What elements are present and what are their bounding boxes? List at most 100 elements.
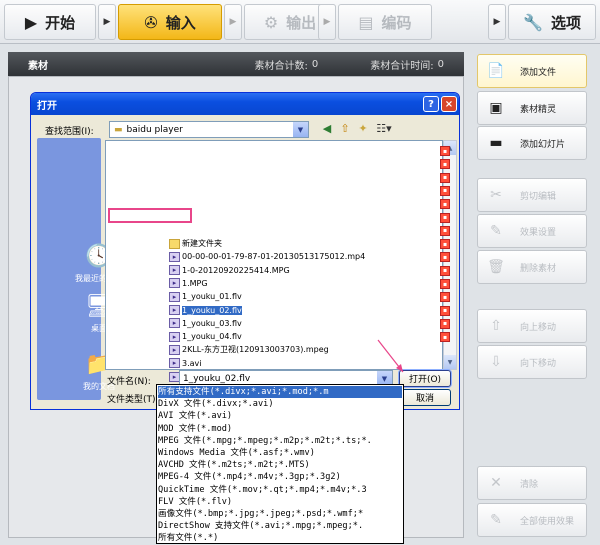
- look-in-value: baidu player: [127, 125, 183, 135]
- filetype-option[interactable]: MPEG-4 文件(*.mp4;*.m4v;*.3gp;*.3g2): [158, 471, 402, 483]
- file-name: 1-0-20120920225414.MPG: [182, 266, 290, 275]
- filetype-option[interactable]: AVI 文件(*.avi): [158, 410, 402, 422]
- file-badge-icon: ▪: [440, 306, 450, 316]
- up-folder-icon[interactable]: ⇧: [337, 120, 353, 136]
- file-name: 3.avi: [182, 359, 202, 368]
- material-title: 素材: [28, 57, 48, 72]
- material-count-value: 0: [312, 59, 318, 70]
- step-start-label: 开始: [45, 12, 75, 33]
- video-file-icon: ▸: [169, 252, 180, 262]
- file-badge-icon: ▪: [440, 213, 450, 223]
- options-arrow-icon: ▶: [488, 4, 506, 40]
- sidebar-button-5[interactable]: 🗑 删除素材: [477, 250, 587, 284]
- gear-icon: ⚙: [264, 13, 278, 32]
- video-file-icon: ▸: [169, 358, 180, 368]
- close-button[interactable]: ×: [441, 96, 457, 112]
- sidebar-button-4[interactable]: ✎效果设置: [477, 214, 587, 248]
- chevron-down-icon[interactable]: ▼: [293, 122, 308, 137]
- step-input-label: 输入: [166, 12, 196, 33]
- file-list-item[interactable]: ▸00-00-00-01-79-87-01-20130513175012.mp4: [169, 250, 459, 263]
- sidebar-button-7[interactable]: ⇩向下移动: [477, 345, 587, 379]
- look-in-label: 查找范围(I):: [45, 124, 94, 137]
- selection-highlight-marker: [108, 208, 192, 223]
- video-file-icon: ▸: [169, 265, 180, 275]
- file-badge-icon: ▪: [440, 332, 450, 342]
- filetype-option[interactable]: 所有文件(*.*): [158, 532, 402, 544]
- cancel-button[interactable]: 取消: [399, 389, 451, 406]
- file-badge-icon: ▪: [440, 159, 450, 169]
- dialog-title: 打开: [37, 97, 57, 112]
- filetype-option[interactable]: MOD 文件(*.mod): [158, 423, 402, 435]
- file-list-item[interactable]: ▸2KLL-东方卫视(120913003703).mpeg: [169, 343, 459, 356]
- look-in-dropdown[interactable]: ▬ baidu player ▼: [109, 121, 309, 138]
- monitor-icon: ▬: [484, 132, 508, 154]
- video-file-icon: ▸: [169, 332, 180, 342]
- sidebar-button-0[interactable]: 📄添加文件: [477, 54, 587, 88]
- sidebar-button-label: 清除: [520, 477, 538, 490]
- file-badge-icon: ▪: [440, 199, 450, 209]
- trash-icon: 🗑: [484, 256, 508, 278]
- filetype-option[interactable]: Windows Media 文件(*.asf;*.wmv): [158, 447, 402, 459]
- sidebar-button-label: 添加文件: [520, 65, 556, 78]
- file-list-item[interactable]: ▸1-0-20120920225414.MPG: [169, 264, 459, 277]
- video-file-icon: ▸: [169, 292, 180, 302]
- file-badge-icon: ▪: [440, 226, 450, 236]
- sidebar-button-6[interactable]: ⇧向上移动: [477, 309, 587, 343]
- file-badge-icon: ▪: [440, 279, 450, 289]
- open-button[interactable]: 打开(O): [399, 370, 451, 387]
- sidebar-button-label: 素材精灵: [520, 102, 556, 115]
- step-arrow-icon: ▶: [318, 4, 336, 40]
- open-file-dialog: 打开 ? × 查找范围(I): ▬ baidu player ▼ ◀ ⇧ ✦ ☷…: [30, 92, 460, 410]
- video-file-icon: ▸: [169, 278, 180, 288]
- edit-icon: ✎: [484, 220, 508, 242]
- back-icon[interactable]: ◀: [319, 120, 335, 136]
- file-list-item[interactable]: ▸1_youku_01.flv: [169, 290, 459, 303]
- step-start-button[interactable]: ▶开始: [4, 4, 96, 40]
- video-file-icon: ▸: [169, 318, 180, 328]
- file-badge-icon: ▪: [440, 146, 450, 156]
- sidebar-button-2[interactable]: ▬添加幻灯片: [477, 126, 587, 160]
- file-name: 1_youku_04.flv: [182, 332, 242, 341]
- step-output-label: 输出: [286, 12, 316, 33]
- file-list-item[interactable]: ▸1_youku_03.flv: [169, 317, 459, 330]
- help-button[interactable]: ?: [423, 96, 439, 112]
- scroll-down-icon[interactable]: ▼: [444, 355, 456, 369]
- file-badge-icon: ▪: [440, 186, 450, 196]
- sidebar-button-3[interactable]: ✂剪切编辑: [477, 178, 587, 212]
- material-header: 素材 素材合计数: 0 素材合计时间: 0: [8, 52, 464, 76]
- filetype-option[interactable]: DivX 文件(*.divx;*.avi): [158, 398, 402, 410]
- view-menu-icon[interactable]: ☷▾: [373, 120, 395, 136]
- filetype-label: 文件类型(T):: [107, 392, 159, 405]
- new-folder-icon[interactable]: ✦: [355, 120, 371, 136]
- file-list-item[interactable]: 新建文件夹: [169, 237, 459, 250]
- sidebar-button-9[interactable]: ✎全部使用效果: [477, 503, 587, 537]
- sidebar-button-8[interactable]: ✕清除: [477, 466, 587, 500]
- wrench-icon: 🔧: [523, 13, 543, 32]
- scissors-icon: ✂: [484, 184, 508, 206]
- file-name: 2KLL-东方卫视(120913003703).mpeg: [182, 344, 329, 355]
- filetype-option[interactable]: DirectShow 支持文件(*.avi;*.mpg;*.mpeg;*.: [158, 520, 402, 532]
- file-list-item[interactable]: ▸1.MPG: [169, 277, 459, 290]
- file-name: 1.MPG: [182, 279, 208, 288]
- file-list-item[interactable]: ▸3.avi: [169, 357, 459, 370]
- dialog-titlebar[interactable]: 打开: [31, 93, 459, 115]
- step-input-button[interactable]: ✇输入: [118, 4, 222, 40]
- folder-icon: [169, 239, 180, 249]
- file-list-item[interactable]: ▸1_youku_02.flv: [169, 304, 459, 317]
- filetype-option[interactable]: 画像文件(*.bmp;*.jpg;*.jpeg;*.psd;*.wmf;*: [158, 508, 402, 520]
- sidebar-button-label: 删除素材: [520, 261, 556, 274]
- filetype-option[interactable]: 所有支持文件(*.divx;*.avi;*.mod;*.m: [158, 386, 402, 398]
- options-button[interactable]: 🔧选项: [508, 4, 596, 40]
- folder-icon: ▬: [114, 125, 123, 135]
- material-count-label: 素材合计数:: [255, 57, 308, 72]
- file-list-item[interactable]: ▸1_youku_04.flv: [169, 330, 459, 343]
- step-encode-button[interactable]: ▤编码: [338, 4, 432, 40]
- sidebar-button-1[interactable]: ▣素材精灵: [477, 91, 587, 125]
- filetype-option[interactable]: FLV 文件(*.flv): [158, 496, 402, 508]
- video-file-icon: ▸: [169, 345, 180, 355]
- edit-icon: ✎: [484, 509, 508, 531]
- file-badge-icon: ▪: [440, 239, 450, 249]
- filetype-option[interactable]: AVCHD 文件(*.m2ts;*.m2t;*.MTS): [158, 459, 402, 471]
- filetype-option[interactable]: QuickTime 文件(*.mov;*.qt;*.mp4;*.m4v;*.3: [158, 484, 402, 496]
- filetype-option[interactable]: MPEG 文件(*.mpg;*.mpeg;*.m2p;*.m2t;*.ts;*.: [158, 435, 402, 447]
